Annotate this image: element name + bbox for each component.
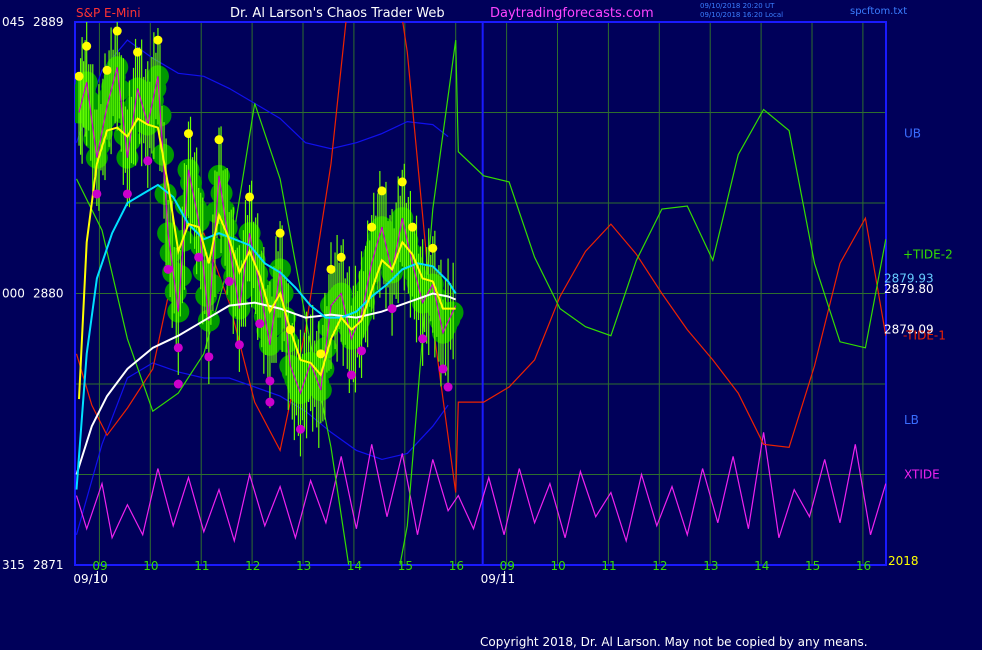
hour-tick-label: 13 bbox=[296, 559, 311, 573]
site-link[interactable]: Daytradingforecasts.com bbox=[490, 6, 654, 21]
y-tick-right: 2889 bbox=[33, 15, 64, 29]
low-dot bbox=[92, 189, 102, 199]
legend-label: +TIDE-2 bbox=[903, 247, 953, 261]
y-tick-left: 315 bbox=[2, 558, 25, 572]
legend-label: UB bbox=[904, 127, 921, 141]
high-dot bbox=[336, 252, 346, 262]
high-dot bbox=[245, 192, 255, 202]
year-label: 2018 bbox=[888, 554, 919, 568]
high-dot bbox=[407, 222, 417, 232]
high-dot bbox=[133, 47, 143, 57]
low-dot bbox=[295, 424, 305, 434]
low-dot bbox=[163, 264, 173, 274]
timestamp-ut: 09/10/2018 20:20 UT bbox=[700, 2, 775, 10]
hour-tick-label: 14 bbox=[754, 559, 769, 573]
last-value-label: 2879.09 bbox=[884, 323, 934, 337]
date-label: 09/11 bbox=[481, 572, 516, 586]
hour-tick-label: 15 bbox=[805, 559, 820, 573]
high-dot bbox=[75, 71, 84, 81]
hour-tick-label: 09 bbox=[500, 559, 515, 573]
low-dot bbox=[265, 376, 275, 386]
hour-tick-label: 12 bbox=[245, 559, 260, 573]
last-value-label: 2879.80 bbox=[884, 282, 934, 296]
low-dot bbox=[204, 352, 214, 362]
date-label: 09/10 bbox=[73, 572, 108, 586]
low-dot bbox=[122, 189, 132, 199]
low-dot bbox=[265, 397, 275, 407]
symbol-title: S&P E-Mini bbox=[76, 6, 141, 20]
copyright-notice: Copyright 2018, Dr. Al Larson. May not b… bbox=[480, 635, 868, 649]
chaos-trader-chart: 09 10 11 12 13 14 15 16 09 10 11 12 13 14 15 16 09/10 09/… bbox=[0, 0, 982, 650]
high-dot bbox=[153, 35, 163, 45]
legend-label: XTIDE bbox=[904, 468, 940, 482]
hour-tick-label: 10 bbox=[143, 559, 158, 573]
author-title: Dr. Al Larson's Chaos Trader Web bbox=[230, 6, 445, 21]
low-dot bbox=[143, 156, 153, 166]
low-dot bbox=[224, 276, 234, 286]
data-file-name: spcftom.txt bbox=[850, 6, 907, 17]
high-dot bbox=[326, 264, 336, 274]
low-dot bbox=[234, 340, 244, 350]
high-dot bbox=[214, 135, 224, 145]
hour-tick-label: 11 bbox=[194, 559, 209, 573]
low-dot bbox=[173, 379, 183, 389]
high-dot bbox=[367, 222, 377, 232]
low-dot bbox=[443, 382, 453, 392]
high-dot bbox=[82, 41, 92, 51]
hour-tick-label: 15 bbox=[398, 559, 413, 573]
hour-tick-label: 16 bbox=[449, 559, 464, 573]
low-dot bbox=[357, 346, 367, 356]
hour-tick-label: 12 bbox=[652, 559, 667, 573]
legend-label: LB bbox=[904, 413, 919, 427]
high-dot bbox=[183, 129, 193, 139]
high-dot bbox=[112, 26, 122, 36]
low-dot bbox=[173, 343, 183, 353]
hour-tick-label: 14 bbox=[347, 559, 362, 573]
hour-tick-label: 13 bbox=[703, 559, 718, 573]
hour-tick-label: 16 bbox=[856, 559, 871, 573]
y-tick-right: 2880 bbox=[33, 287, 64, 301]
high-dot bbox=[102, 65, 112, 75]
low-dot bbox=[194, 252, 204, 262]
low-dot bbox=[438, 364, 448, 374]
low-dot bbox=[255, 319, 265, 329]
y-tick-right: 2871 bbox=[33, 558, 64, 572]
low-dot bbox=[418, 334, 428, 344]
hour-tick-label: 10 bbox=[551, 559, 566, 573]
hour-tick-label: 09 bbox=[92, 559, 107, 573]
y-tick-left: 045 bbox=[2, 15, 25, 29]
high-dot bbox=[285, 325, 295, 335]
high-dot bbox=[316, 349, 326, 359]
low-dot bbox=[346, 370, 356, 380]
timestamp-local: 09/10/2018 16:20 Local bbox=[700, 11, 783, 19]
high-dot bbox=[275, 228, 285, 238]
high-dot bbox=[428, 243, 438, 253]
y-tick-left: 000 bbox=[2, 287, 25, 301]
low-dot bbox=[387, 304, 397, 314]
high-dot bbox=[397, 177, 407, 187]
hour-tick-label: 11 bbox=[601, 559, 616, 573]
high-dot bbox=[377, 186, 387, 196]
